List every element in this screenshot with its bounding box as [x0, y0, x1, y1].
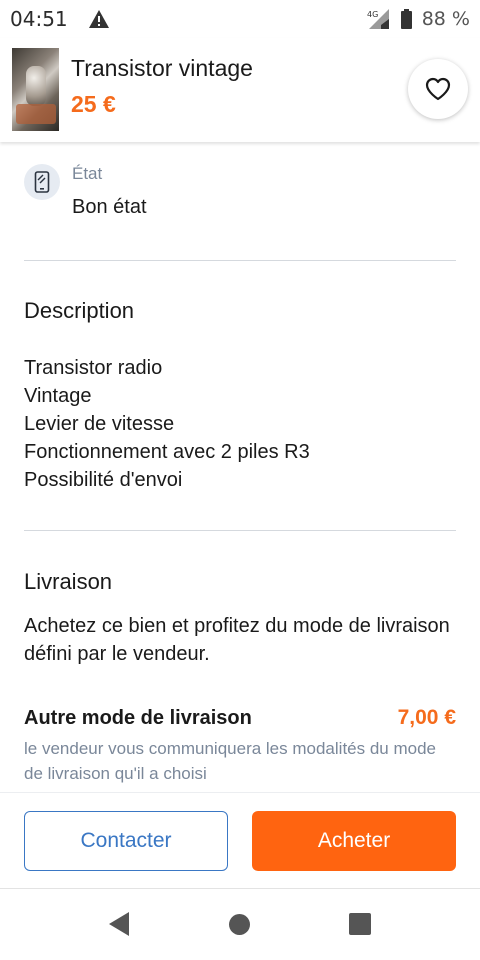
thumbnail-knob [26, 66, 46, 106]
status-bar: 04:51 4G 88 % [0, 0, 480, 38]
battery-icon [400, 9, 412, 29]
buy-button[interactable]: Acheter [252, 811, 456, 871]
other-delivery-price: 7,00 € [397, 706, 456, 729]
listing-header: Transistor vintage 25 € [0, 38, 480, 142]
listing-price: 25 € [71, 91, 116, 117]
signal-icon: 4G [367, 9, 389, 29]
state-value: Bon état [72, 196, 147, 218]
description-line: Possibilité d'envoi [24, 469, 183, 491]
heart-outline-icon [425, 77, 451, 101]
back-icon[interactable] [107, 911, 131, 937]
description-text: Transistor radio Vintage Levier de vites… [24, 354, 310, 494]
status-time: 04:51 [10, 7, 68, 31]
contact-button[interactable]: Contacter [24, 811, 228, 871]
description-line: Levier de vitesse [24, 413, 175, 435]
other-delivery-note: le vendeur vous communiquera les modalit… [24, 739, 437, 783]
system-nav-bar [0, 888, 480, 960]
description-line: Vintage [24, 385, 92, 407]
other-delivery-label: Autre mode de livraison [24, 707, 252, 729]
divider [24, 530, 456, 531]
description-line: Fonctionnement avec 2 piles R3 [24, 441, 310, 463]
phone-icon [34, 171, 50, 193]
home-icon[interactable] [229, 914, 250, 935]
description-title: Description [24, 298, 135, 323]
recent-apps-icon[interactable] [349, 913, 371, 935]
description-line: Transistor radio [24, 357, 163, 379]
state-icon-wrap [24, 164, 60, 200]
action-bar: Contacter Acheter [0, 792, 480, 888]
state-label: État [72, 164, 103, 183]
network-type: 4G [367, 10, 378, 19]
listing-thumbnail[interactable] [12, 48, 59, 131]
delivery-title: Livraison [24, 569, 113, 594]
divider [24, 260, 456, 261]
battery-percentage: 88 % [421, 8, 470, 30]
warning-icon [88, 10, 109, 28]
listing-title: Transistor vintage [71, 55, 253, 81]
delivery-text: Achetez ce bien et profitez du mode de l… [24, 615, 450, 665]
thumbnail-base [16, 104, 56, 124]
favorite-button[interactable] [408, 59, 468, 119]
